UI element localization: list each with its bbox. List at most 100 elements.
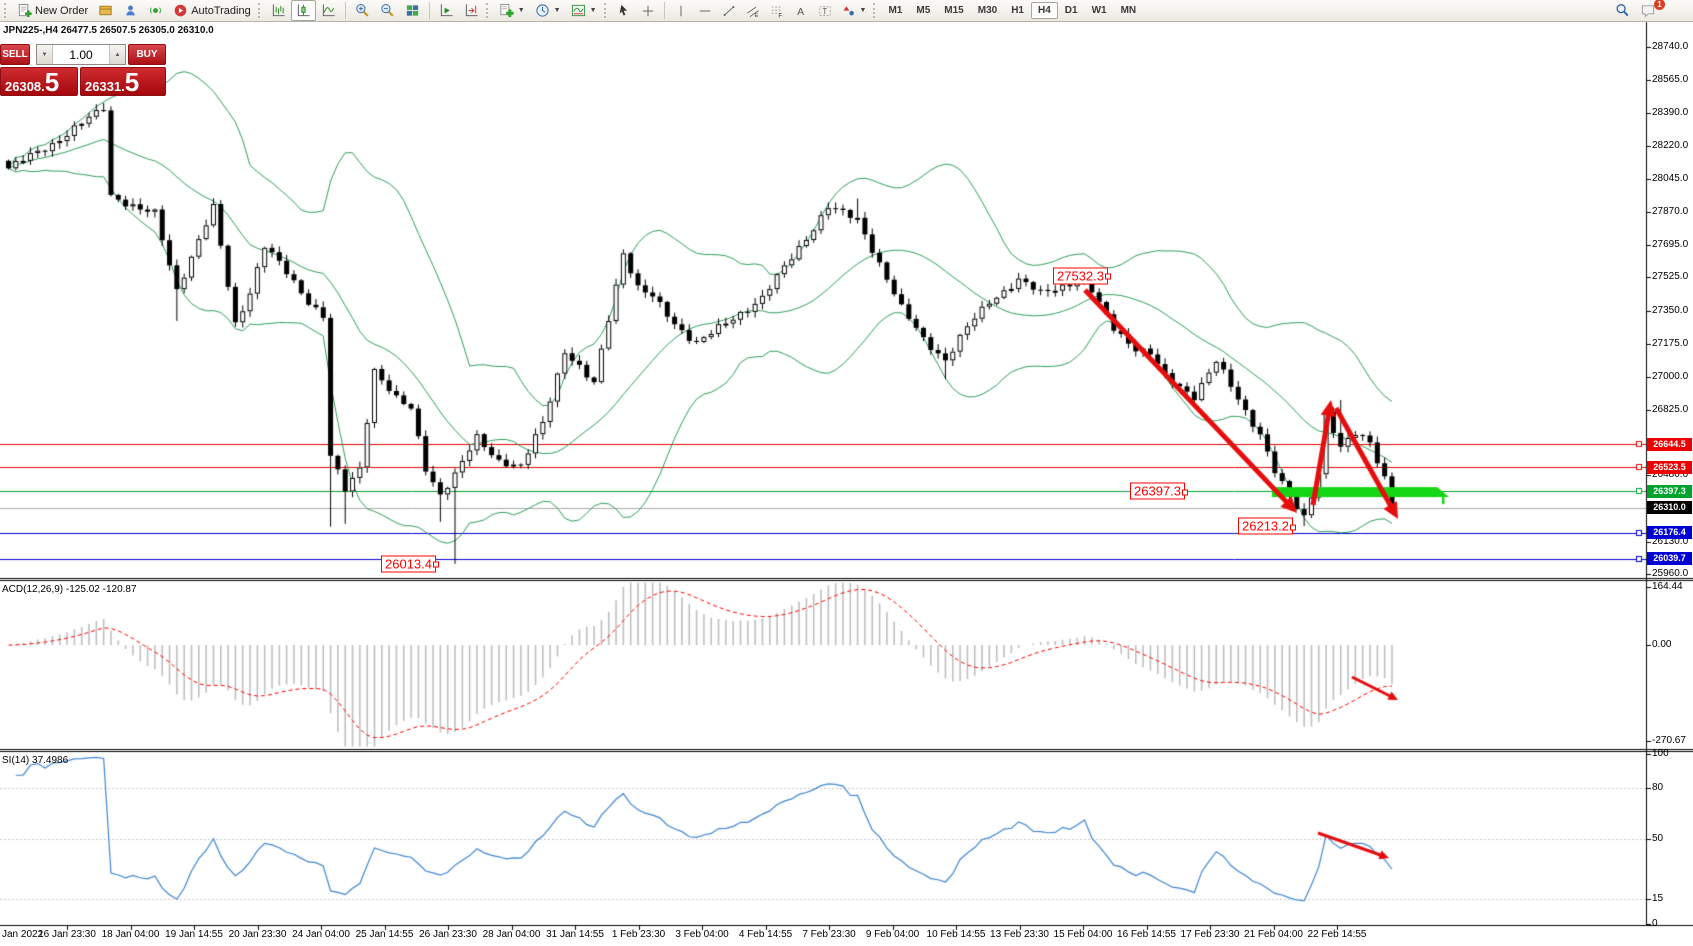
toolbar-grip[interactable] [258,3,262,18]
profile-button[interactable] [118,0,143,21]
periods-button[interactable]: ▼ [530,0,566,21]
price-axis-badge: 26176.4 [1647,526,1692,539]
templates-button[interactable]: ▼ [566,0,602,21]
time-axis-label: 31 Jan 14:55 [546,929,604,940]
toolbar-separator [664,2,665,19]
time-axis-label: 13 Feb 23:30 [990,929,1049,940]
notifications-button[interactable]: 1 [1635,0,1661,21]
price-axis-tick: 27175.0 [1652,338,1688,349]
chevron-down-icon: ▼ [42,52,48,58]
price-axis-badge: 26644.5 [1647,438,1692,451]
chart-canvas[interactable] [0,0,1693,946]
buy-price-button[interactable]: 26331.5 [80,67,166,96]
toolbar-separator [429,2,430,19]
chart-shift-button[interactable] [459,0,484,21]
autotrading-button[interactable]: AutoTrading [168,0,256,21]
fibonacci-icon: F [770,4,784,18]
time-axis-label: 16 Feb 14:55 [1117,929,1176,940]
macd-axis-tick: 0.00 [1652,639,1671,650]
time-axis-label: 9 Feb 04:00 [866,929,919,940]
candlestick-chart-button[interactable] [291,0,316,21]
annotation-connector [433,562,439,568]
crosshair-tool-button[interactable] [636,0,660,21]
macd-axis-tick: 164.44 [1652,581,1683,592]
auto-scroll-icon [439,3,454,18]
time-axis-label: 1 Feb 23:30 [612,929,665,940]
price-annotation[interactable]: 26213.2 [1238,518,1293,535]
sell-button[interactable]: SELL [0,44,30,65]
lot-size-value[interactable]: 1.00 [53,45,109,64]
auto-scroll-button[interactable] [434,0,459,21]
toolbar-grip[interactable] [4,3,8,18]
lot-size-stepper: ▼ 1.00 ▲ [36,44,126,65]
timeframe-button-h4[interactable]: H4 [1031,2,1058,19]
price-axis-tick: 28390.0 [1652,107,1688,118]
search-button[interactable] [1610,0,1635,21]
timeframe-button-m5[interactable]: M5 [909,2,937,19]
timeframe-button-d1[interactable]: D1 [1058,2,1085,19]
fibonacci-tool-button[interactable]: F [765,0,789,21]
trendline-tool-button[interactable] [717,0,741,21]
chevron-up-icon: ▲ [115,52,121,58]
timeframe-button-m1[interactable]: M1 [881,2,909,19]
buy-button[interactable]: BUY [128,44,166,65]
candlestick-chart-icon [296,3,311,18]
zoom-out-button[interactable] [375,0,400,21]
timeframe-group: M1M5M15M30H1H4D1W1MN [881,2,1143,19]
cursor-tool-button[interactable] [612,0,636,21]
lot-decrease-button[interactable]: ▼ [37,45,53,64]
toolbar-grip[interactable] [486,3,490,18]
timeframe-button-m30[interactable]: M30 [971,2,1004,19]
one-click-trading-panel: SELL ▼ 1.00 ▲ BUY 26308.5 26331.5 [0,44,166,96]
price-annotation-text: 27532.3 [1057,268,1104,283]
text-label-tool-button[interactable]: T [813,0,837,21]
tile-windows-button[interactable] [400,0,425,21]
chevron-down-icon: ▼ [554,7,561,14]
price-axis-tick: 27000.0 [1652,371,1688,382]
lot-increase-button[interactable]: ▲ [109,45,125,64]
signals-button[interactable] [143,0,168,21]
bar-chart-button[interactable] [266,0,291,21]
price-annotation[interactable]: 26013.4 [381,555,436,572]
indicators-button[interactable]: ▼ [494,0,530,21]
equidistant-channel-tool-button[interactable]: E [741,0,765,21]
price-axis-tick: 28220.0 [1652,140,1688,151]
chart-symbol-header: JPN225-,H4 26477.5 26507.5 26305.0 26310… [3,25,214,36]
price-annotation-text: 26397.3 [1134,484,1181,499]
arrows-tool-button[interactable]: ▼ [837,0,872,21]
timeframe-button-m15[interactable]: M15 [937,2,970,19]
cursor-icon [617,4,631,18]
rsi-indicator-label: SI(14) 37.4986 [2,755,68,766]
price-annotation[interactable]: 27532.3 [1053,267,1108,284]
sell-price-pips: 5 [45,70,59,94]
time-axis-label: 19 Jan 14:55 [165,929,223,940]
chevron-down-icon: ▼ [518,7,525,14]
timeframe-button-w1[interactable]: W1 [1085,2,1114,19]
svg-text:T: T [822,7,827,16]
chart-shift-icon [464,3,479,18]
history-center-button[interactable] [93,0,118,21]
time-axis-label: 25 Jan 14:55 [356,929,414,940]
line-chart-button[interactable] [316,0,341,21]
time-axis-label: 28 Jan 04:00 [483,929,541,940]
price-axis-tick: 27870.0 [1652,206,1688,217]
vertical-line-tool-button[interactable] [669,0,693,21]
time-axis-label: 17 Feb 23:30 [1181,929,1240,940]
svg-text:A: A [797,5,804,17]
text-tool-button[interactable]: A [789,0,813,21]
new-order-button[interactable]: New Order [12,0,93,21]
price-annotation[interactable]: 26397.3 [1130,483,1185,500]
profile-icon [123,3,138,18]
toolbar-grip[interactable] [873,3,877,18]
horizontal-line-tool-button[interactable] [693,0,717,21]
time-axis-label: 22 Feb 14:55 [1308,929,1367,940]
timeframe-button-mn[interactable]: MN [1114,2,1144,19]
sell-price-button[interactable]: 26308.5 [0,67,78,96]
buy-price-pips: 5 [125,70,139,94]
time-axis-label: 4 Feb 14:55 [739,929,792,940]
timeframe-button-h1[interactable]: H1 [1004,2,1031,19]
zoom-in-button[interactable] [350,0,375,21]
chevron-down-icon: ▼ [590,7,597,14]
toolbar-grip[interactable] [604,3,608,18]
price-axis-tick: 27695.0 [1652,239,1688,250]
